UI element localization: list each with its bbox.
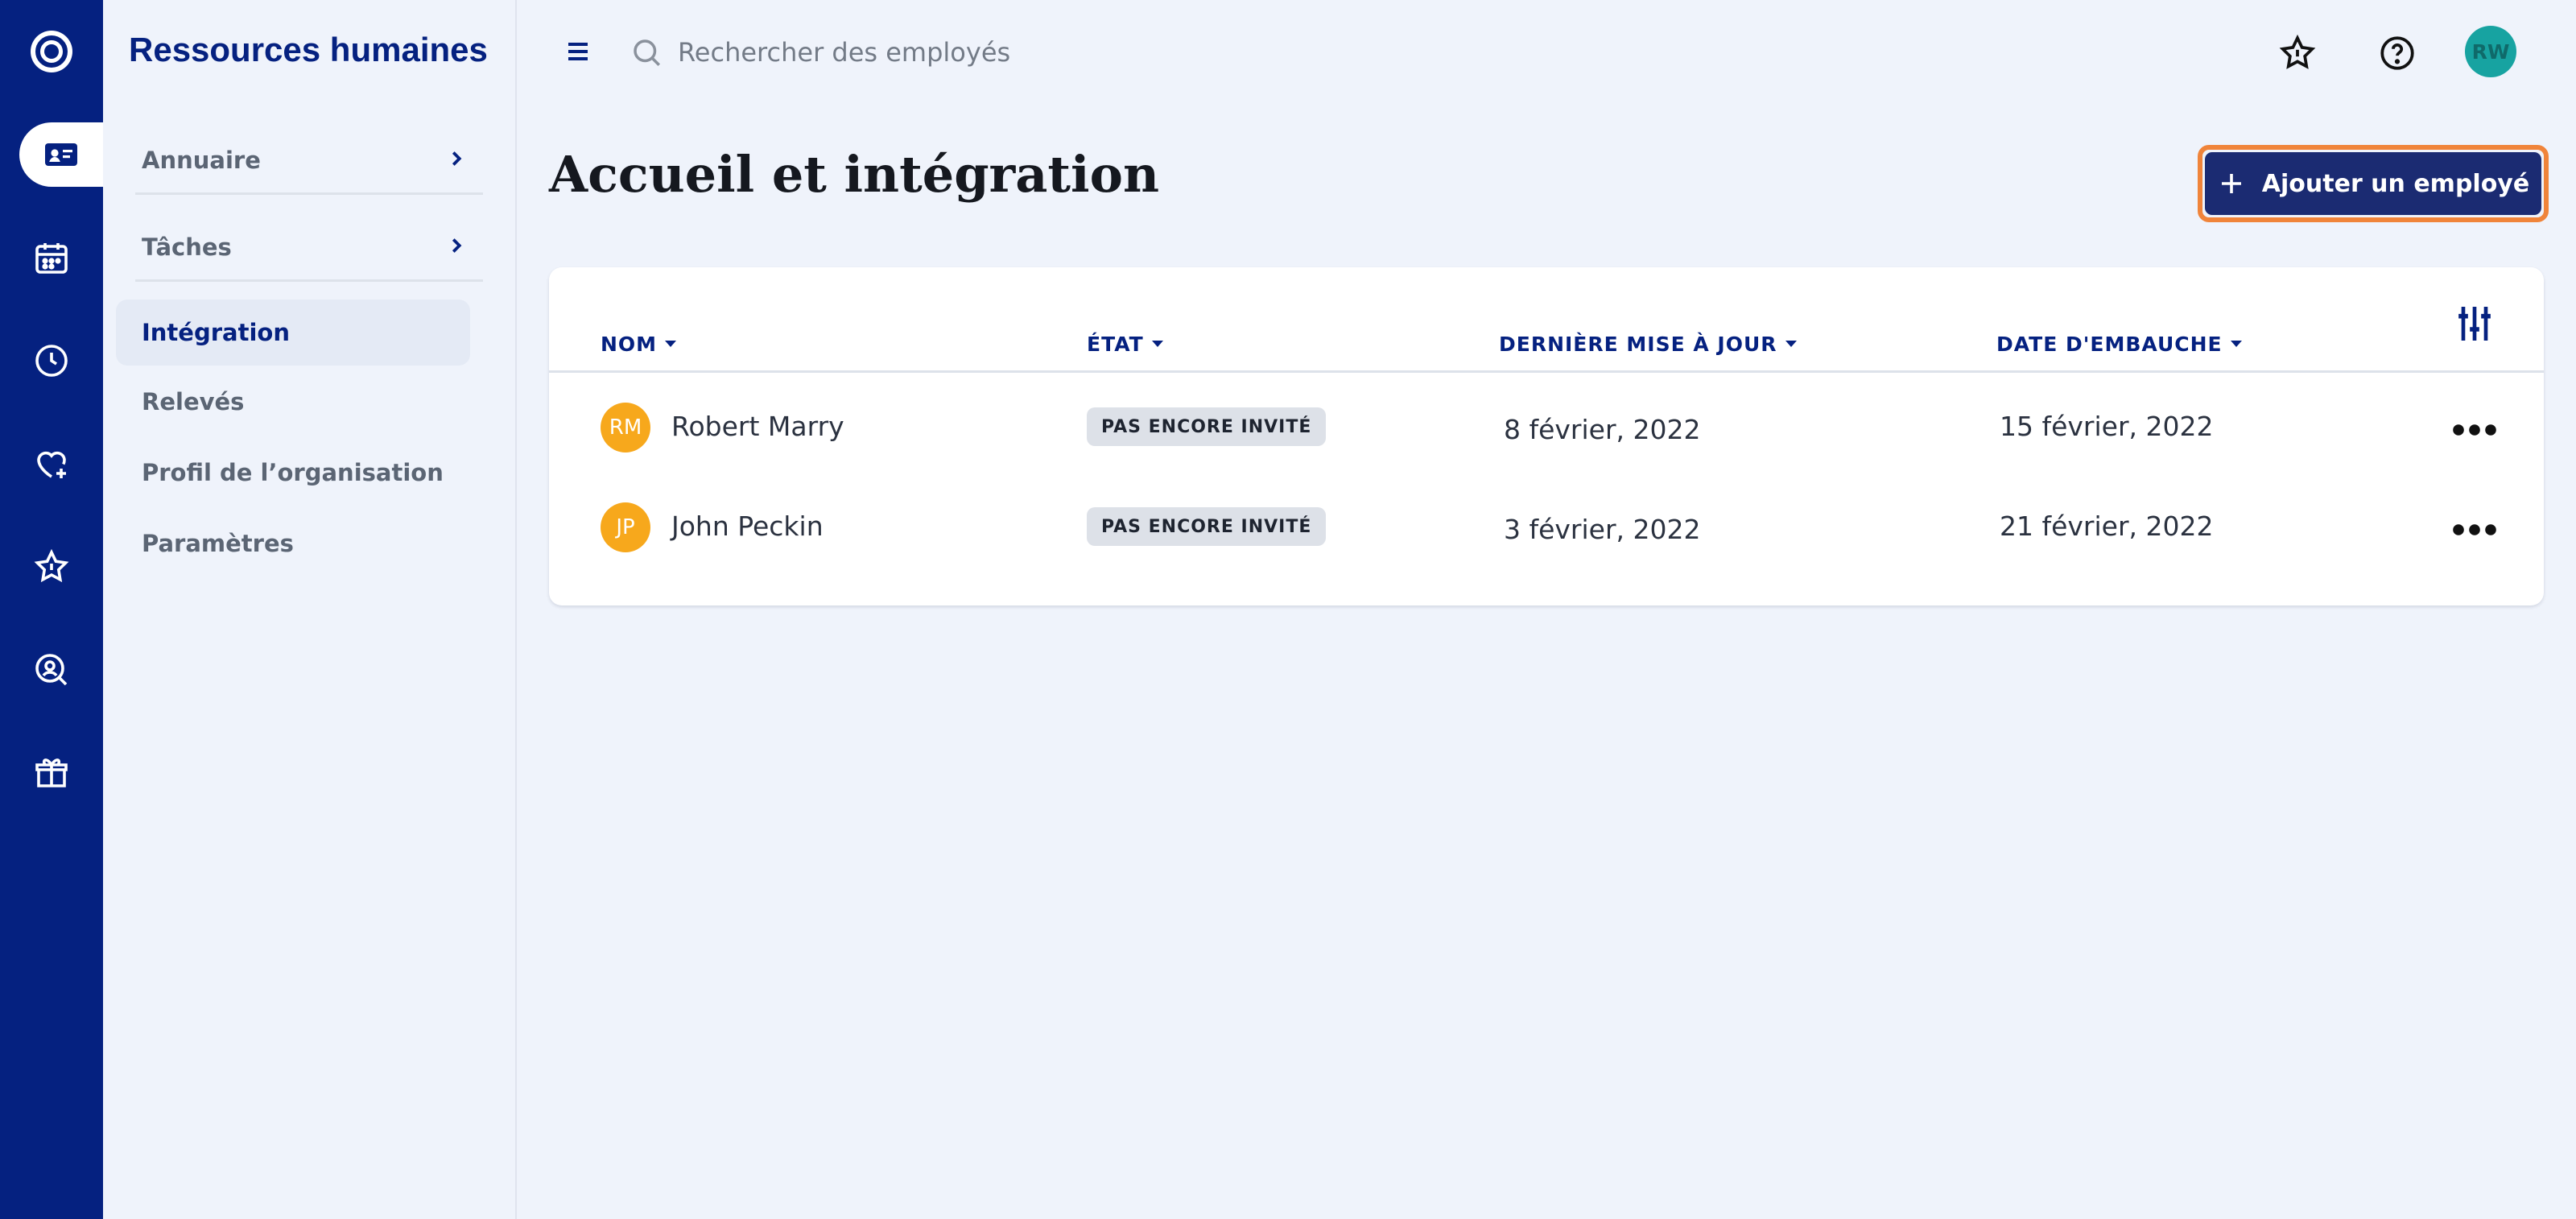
clock-icon[interactable] xyxy=(0,329,103,393)
last-updated-cell: 8 février, 2022 xyxy=(1504,414,1701,445)
column-settings-icon[interactable] xyxy=(2452,301,2497,346)
user-avatar[interactable]: RW xyxy=(2465,26,2516,77)
sort-caret-icon xyxy=(665,341,677,347)
column-header-label: ÉTAT xyxy=(1087,332,1144,356)
sidebar-item-label: Annuaire xyxy=(142,147,261,174)
employee-name[interactable]: Robert Marry xyxy=(671,411,844,442)
heart-plus-icon[interactable] xyxy=(0,432,103,496)
add-employee-button[interactable]: Ajouter un employé xyxy=(2205,152,2541,215)
sidebar-item-profil-organisation[interactable]: Profil de l’organisation xyxy=(142,459,444,486)
calendar-icon[interactable] xyxy=(0,225,103,290)
add-employee-button-focus-ring: Ajouter un employé xyxy=(2198,145,2549,222)
user-search-icon[interactable] xyxy=(0,638,103,702)
more-options-icon[interactable] xyxy=(2450,414,2499,446)
search-input[interactable] xyxy=(678,31,1241,74)
last-updated-cell: 3 février, 2022 xyxy=(1504,514,1701,545)
chevron-right-icon xyxy=(452,238,462,253)
table-row[interactable]: JP John Peckin PAS ENCORE INVITÉ 3 févri… xyxy=(549,488,2544,568)
employees-table: NOM ÉTAT DERNIÈRE MISE À JOUR DATE D'EMB… xyxy=(549,267,2544,605)
hamburger-menu-icon[interactable] xyxy=(564,37,592,66)
hire-date-cell: 15 février, 2022 xyxy=(2000,411,2214,442)
status-badge: PAS ENCORE INVITÉ xyxy=(1087,407,1327,446)
sort-caret-icon xyxy=(2230,341,2242,347)
sort-caret-icon xyxy=(1785,341,1797,347)
add-employee-button-label: Ajouter un employé xyxy=(2261,169,2530,198)
section-sidebar: Ressources humaines Annuaire Tâches Inté… xyxy=(103,0,517,1219)
app-title: Ressources humaines xyxy=(129,31,488,68)
page-title: Accueil et intégration xyxy=(549,145,1160,204)
column-header-derniere-mise-a-jour[interactable]: DERNIÈRE MISE À JOUR xyxy=(1499,324,1797,364)
employee-card-icon[interactable] xyxy=(19,122,103,187)
status-badge: PAS ENCORE INVITÉ xyxy=(1087,507,1327,546)
column-header-date-embauche[interactable]: DATE D'EMBAUCHE xyxy=(1996,324,2242,364)
gift-box-icon[interactable] xyxy=(0,741,103,805)
more-options-icon[interactable] xyxy=(2450,514,2499,546)
hire-date-cell: 21 février, 2022 xyxy=(2000,510,2214,542)
search-icon xyxy=(634,39,660,66)
employee-avatar: JP xyxy=(601,502,650,552)
sidebar-item-integration[interactable]: Intégration xyxy=(116,300,470,366)
sidebar-item-taches[interactable]: Tâches xyxy=(116,213,483,282)
employee-avatar: RM xyxy=(601,403,650,452)
employee-name[interactable]: John Peckin xyxy=(671,510,824,542)
plus-icon xyxy=(2221,174,2241,193)
sort-caret-icon xyxy=(1151,341,1163,347)
table-row[interactable]: RM Robert Marry PAS ENCORE INVITÉ 8 févr… xyxy=(549,388,2544,469)
column-header-nom[interactable]: NOM xyxy=(601,324,677,364)
column-header-label: DATE D'EMBAUCHE xyxy=(1996,332,2223,356)
sidebar-item-label: Tâches xyxy=(142,233,232,261)
table-header-divider xyxy=(549,370,2544,373)
star-icon[interactable] xyxy=(0,535,103,599)
top-bar: RW xyxy=(517,0,2576,105)
sidebar-item-label: Intégration xyxy=(142,319,290,346)
column-header-label: NOM xyxy=(601,332,658,356)
column-header-etat[interactable]: ÉTAT xyxy=(1087,324,1163,364)
sidebar-item-releves[interactable]: Relevés xyxy=(142,388,244,415)
sidebar-item-annuaire[interactable]: Annuaire xyxy=(116,126,483,195)
sidebar-item-parametres[interactable]: Paramètres xyxy=(142,530,294,557)
chevron-right-icon xyxy=(452,151,462,166)
help-icon[interactable] xyxy=(2375,31,2420,76)
app-rail xyxy=(0,0,103,1219)
logo-icon[interactable] xyxy=(31,31,72,72)
favorites-star-icon[interactable] xyxy=(2275,31,2320,76)
column-header-label: DERNIÈRE MISE À JOUR xyxy=(1499,332,1777,356)
